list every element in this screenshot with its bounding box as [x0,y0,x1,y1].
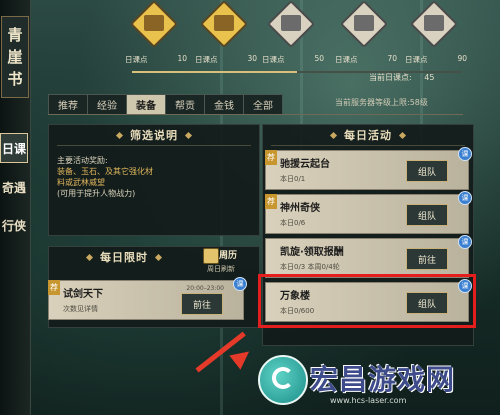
reward-label: 日课点 [262,55,285,64]
desc-line: 料或武林威望 [57,178,105,187]
tab-divider [48,114,463,115]
recommend-badge: 荐 [48,280,60,295]
progress-fill [132,71,297,73]
activity-count: 本日0/6 [280,219,306,227]
activity-card-sword-trial[interactable]: 荐 试剑天下 次数见详情 20:00–23:00 前往 课 [48,277,247,320]
side-tab-encounter[interactable]: 奇遇 [0,172,28,202]
reward-label: 日课点 [335,55,358,64]
go-button[interactable]: 前往 [181,293,223,315]
panel-title: 每日活动 [344,129,392,142]
desc-line: (可用于提升人物战力) [57,189,136,198]
calendar-icon [203,248,219,264]
diamond-ornament-icon [115,131,124,139]
panel-title: 筛选说明 [130,129,178,142]
reward-chest-item[interactable]: 日课点 10 [125,0,187,67]
reward-points: 70 [387,54,397,63]
reward-label: 日课点 [405,55,428,64]
reward-description: 主要活动奖励: 装备、玉石、及其它强化材 料或武林威望 (可用于提升人物战力) [57,155,237,199]
title-char: 青 [7,26,23,44]
recommend-badge: 荐 [265,194,277,209]
book-title-plaque: 青 崖 书 [1,16,29,98]
diamond-ornament-icon [154,253,163,261]
activity-name: 神州奇侠 [280,203,320,214]
activity-count: 本日0/3 本周0/4轮 [280,263,340,271]
weekly-calendar-button[interactable]: 周历 周日刷新 [203,246,247,274]
activity-time: 20:00–23:00 [186,285,224,292]
title-char: 崖 [7,48,23,66]
activity-name: 驰援云起台 [280,159,330,170]
calendar-label: 周历 [219,251,238,261]
category-tabs: 推荐 经验 装备 帮贡 金钱 全部 [48,94,283,115]
reward-chest-item[interactable]: 日课点 90 [405,0,467,67]
reward-chest-item[interactable]: 日课点 30 [195,0,257,67]
chest-lid-icon [214,15,234,31]
left-scroll: 青 崖 书 日课 奇遇 行侠 [0,0,31,415]
chest-lid-icon [424,15,444,31]
current-points: 当前日课点: 45 [369,72,434,83]
chest-lid-icon [144,15,164,31]
reward-label: 日课点 [195,55,218,64]
diamond-ornament-icon [329,131,338,139]
divider [271,145,465,146]
watermark-logo-icon [258,355,308,405]
reward-points: 50 [314,54,324,63]
daily-lesson-badge: 课 [458,235,472,249]
highlight-annotation-box [258,274,476,328]
filter-description-panel: 筛选说明 主要活动奖励: 装备、玉石、及其它强化材 料或武林威望 (可用于提升人… [48,124,260,236]
chest-lid-icon [354,15,374,31]
current-points-value: 45 [424,73,435,82]
activity-count: 次数见详情 [63,305,98,313]
tab-equipment[interactable]: 装备 [126,94,166,115]
tab-money[interactable]: 金钱 [204,94,244,115]
chest-lid-icon [281,15,301,31]
panel-header: 每日活动 [263,125,473,145]
activity-name: 试剑天下 [63,289,103,300]
activity-card-shenzhou-hero[interactable]: 荐 神州奇侠 本日0/6 组队 课 [265,191,472,234]
diamond-ornament-icon [184,131,193,139]
server-level-cap: 当前服务器等级上限:58级 [335,98,428,107]
diamond-ornament-icon [398,131,407,139]
activity-card-triumph-reward[interactable]: 凯旋·领取报酬 本日0/3 本周0/4轮 前往 课 [265,235,472,278]
diamond-ornament-icon [85,253,94,261]
title-char: 书 [7,70,23,88]
tab-recommend[interactable]: 推荐 [48,94,88,115]
reward-points: 30 [247,54,257,63]
desc-line: 主要活动奖励: [57,156,108,165]
reward-points: 10 [177,54,187,63]
tab-all[interactable]: 全部 [243,94,283,115]
reward-chest-item[interactable]: 日课点 50 [262,0,324,67]
team-up-button[interactable]: 组队 [406,160,448,182]
divider [57,145,251,146]
activity-name: 凯旋·领取报酬 [280,247,344,258]
desc-line: 装备、玉石、及其它强化材 [57,167,153,176]
reward-points: 90 [457,54,467,63]
team-up-button[interactable]: 组队 [406,204,448,226]
tab-guild-contribution[interactable]: 帮贡 [165,94,205,115]
activity-count: 本日0/1 [280,175,306,183]
calendar-refresh-note: 周日刷新 [207,265,235,273]
tab-experience[interactable]: 经验 [87,94,127,115]
side-tab-daily[interactable]: 日课 [0,133,28,163]
reward-label: 日课点 [125,55,148,64]
activity-card-rescue-cloud-platform[interactable]: 荐 驰援云起台 本日0/1 组队 课 [265,147,472,190]
watermark-url: www.hcs-laser.com [330,396,407,405]
side-tab-chivalry[interactable]: 行侠 [0,210,28,240]
go-button[interactable]: 前往 [406,248,448,270]
panel-title: 每日限时 [100,251,148,264]
panel-header: 筛选说明 [49,125,259,145]
recommend-badge: 荐 [265,150,277,165]
reward-chest-item[interactable]: 日课点 70 [335,0,397,67]
daily-lesson-badge: 课 [233,277,247,291]
current-points-label: 当前日课点: [369,73,412,82]
watermark-title: 宏昌游戏网 [310,363,456,396]
daily-lesson-badge: 课 [458,147,472,161]
daily-lesson-badge: 课 [458,191,472,205]
